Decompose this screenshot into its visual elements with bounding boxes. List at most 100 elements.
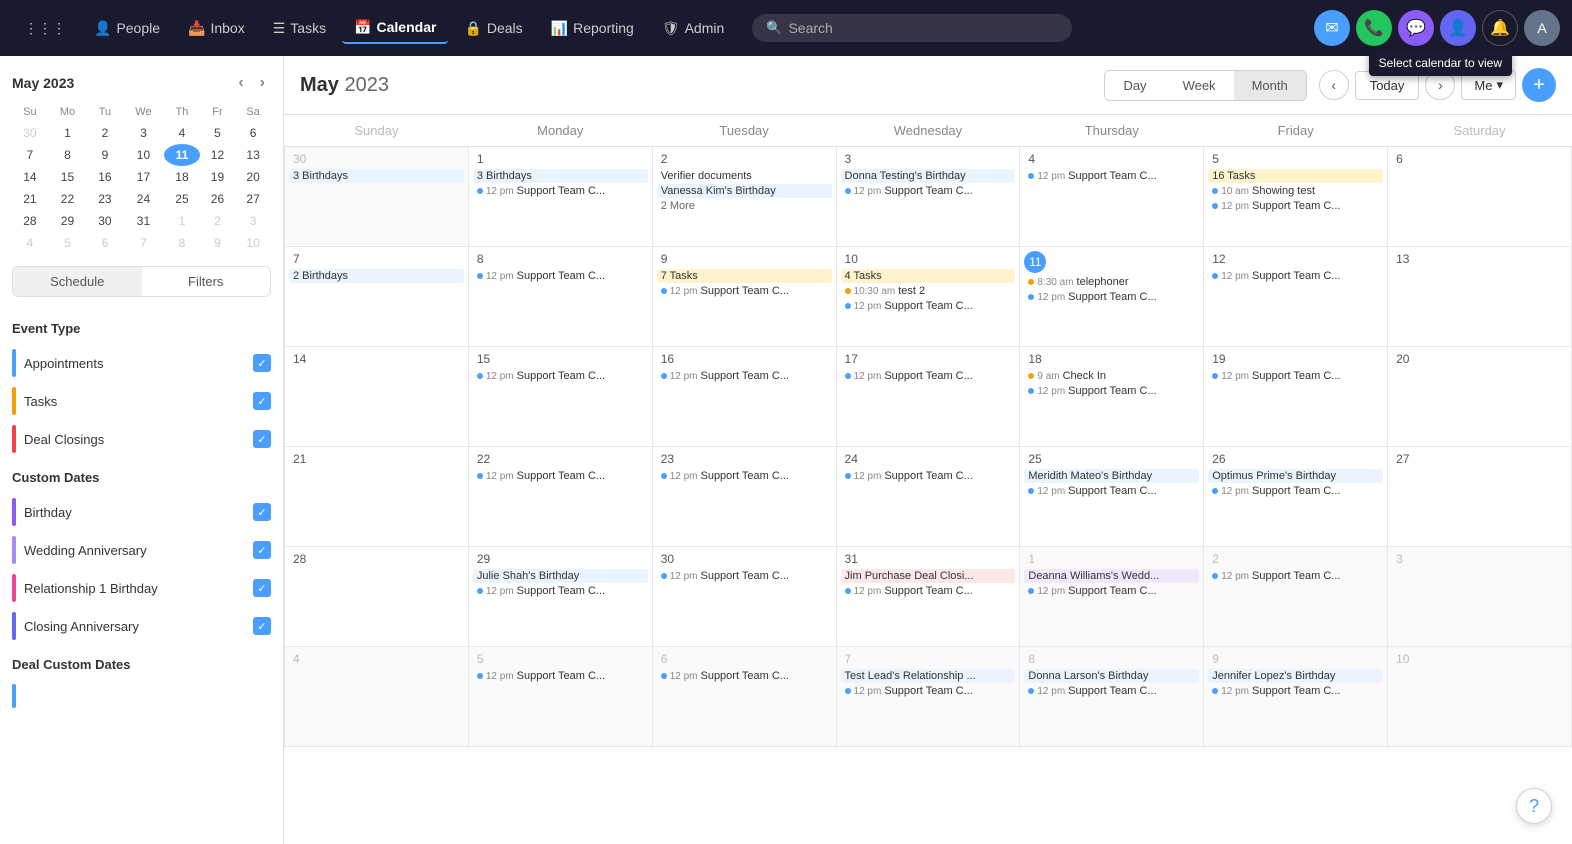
cal-cell[interactable]: 27 [1388, 447, 1572, 547]
cal-event[interactable]: 12 pm Support Team C... [841, 684, 1016, 698]
cal-event[interactable]: 8:30 am telephoner [1024, 275, 1199, 289]
event-type-checkbox[interactable]: ✓ [253, 392, 271, 410]
mini-cal-day[interactable]: 2 [200, 210, 236, 232]
search-bar[interactable]: 🔍 [752, 14, 1072, 42]
cal-cell[interactable]: 26Optimus Prime's Birthday12 pm Support … [1204, 447, 1388, 547]
cal-cell[interactable]: 512 pm Support Team C... [468, 647, 652, 747]
cal-cell[interactable]: 2212 pm Support Team C... [468, 447, 652, 547]
cal-event[interactable]: Verifier documents [657, 169, 832, 183]
nav-people[interactable]: 👤 People [82, 14, 172, 43]
mini-cal-day[interactable]: 18 [164, 166, 200, 188]
chat-btn[interactable]: 💬 [1398, 10, 1434, 46]
cal-event[interactable]: 12 pm Support Team C... [473, 584, 648, 598]
mini-cal-day[interactable]: 12 [200, 144, 236, 166]
view-day[interactable]: Day [1105, 71, 1164, 100]
cal-cell[interactable]: 189 am Check In12 pm Support Team C... [1020, 347, 1204, 447]
mini-cal-day[interactable]: 3 [235, 210, 271, 232]
mini-cal-day[interactable]: 1 [48, 122, 87, 144]
nav-deals[interactable]: 🔒 Deals [452, 14, 534, 43]
cal-event[interactable]: 12 pm Support Team C... [657, 469, 832, 483]
mini-cal-day[interactable]: 9 [200, 232, 236, 254]
mini-cal-day[interactable]: 7 [12, 144, 48, 166]
cal-cell[interactable]: 118:30 am telephoner12 pm Support Team C… [1020, 247, 1204, 347]
phone-btn[interactable]: 📞 [1356, 10, 1392, 46]
cal-event[interactable]: 12 pm Support Team C... [841, 369, 1016, 383]
mini-cal-day[interactable]: 6 [87, 232, 123, 254]
cal-event[interactable]: Donna Larson's Birthday [1024, 669, 1199, 683]
mini-cal-day[interactable]: 30 [87, 210, 123, 232]
mini-cal-day[interactable]: 10 [235, 232, 271, 254]
search-input[interactable] [788, 20, 1058, 36]
cal-event[interactable]: 12 pm Support Team C... [1024, 290, 1199, 304]
nav-admin[interactable]: 🛡 Admin [650, 14, 736, 43]
cal-cell[interactable]: 303 Birthdays [285, 147, 469, 247]
user-avatar[interactable]: A [1524, 10, 1560, 46]
cal-event[interactable]: Optimus Prime's Birthday [1208, 469, 1383, 483]
cal-event[interactable]: Vanessa Kim's Birthday [657, 184, 832, 198]
cal-event[interactable]: 10:30 am test 2 [841, 284, 1016, 298]
cal-cell[interactable]: 1212 pm Support Team C... [1204, 247, 1388, 347]
cal-event[interactable]: 12 pm Support Team C... [473, 669, 648, 683]
mini-cal-day[interactable]: 10 [123, 144, 165, 166]
mini-cal-day[interactable]: 8 [164, 232, 200, 254]
mini-cal-next[interactable]: › [254, 72, 271, 94]
mini-cal-day[interactable]: 19 [200, 166, 236, 188]
cal-cell[interactable]: 21 [285, 447, 469, 547]
cal-cell[interactable]: 13 Birthdays12 pm Support Team C... [468, 147, 652, 247]
cal-event[interactable]: Jennifer Lopez's Birthday [1208, 669, 1383, 683]
nav-tasks[interactable]: ☰ Tasks [261, 14, 338, 43]
mini-cal-day[interactable]: 28 [12, 210, 48, 232]
cal-cell[interactable]: 20 [1388, 347, 1572, 447]
cal-event[interactable]: 16 Tasks [1208, 169, 1383, 183]
cal-cell[interactable]: 8Donna Larson's Birthday12 pm Support Te… [1020, 647, 1204, 747]
cal-event[interactable]: 12 pm Support Team C... [1208, 484, 1383, 498]
mini-cal-day[interactable]: 7 [123, 232, 165, 254]
custom-date-checkbox[interactable]: ✓ [253, 579, 271, 597]
help-btn[interactable]: ? [1516, 788, 1552, 824]
cal-event[interactable]: 12 pm Support Team C... [841, 299, 1016, 313]
cal-event[interactable]: Donna Testing's Birthday [841, 169, 1016, 183]
mini-cal-day[interactable]: 27 [235, 188, 271, 210]
custom-date-checkbox[interactable]: ✓ [253, 503, 271, 521]
filters-tab[interactable]: Filters [142, 267, 271, 296]
custom-date-item[interactable]: Wedding Anniversary ✓ [12, 531, 271, 569]
nav-inbox[interactable]: 📥 Inbox [176, 14, 257, 43]
custom-date-item[interactable]: Birthday ✓ [12, 493, 271, 531]
event-type-checkbox[interactable]: ✓ [253, 354, 271, 372]
mini-cal-day[interactable]: 4 [164, 122, 200, 144]
cal-event[interactable]: Julie Shah's Birthday [473, 569, 648, 583]
event-type-item[interactable]: Deal Closings ✓ [12, 420, 271, 458]
cal-cell[interactable]: 3Donna Testing's Birthday12 pm Support T… [836, 147, 1020, 247]
cal-cell[interactable]: 516 Tasks10 am Showing test12 pm Support… [1204, 147, 1388, 247]
cal-event[interactable]: Jim Purchase Deal Closi... [841, 569, 1016, 583]
mini-cal-day[interactable]: 20 [235, 166, 271, 188]
cal-cell[interactable]: 104 Tasks10:30 am test 212 pm Support Te… [836, 247, 1020, 347]
mini-cal-prev[interactable]: ‹ [232, 72, 249, 94]
cal-event[interactable]: 12 pm Support Team C... [841, 469, 1016, 483]
cal-event[interactable]: 12 pm Support Team C... [657, 284, 832, 298]
cal-cell[interactable]: 13 [1388, 247, 1572, 347]
cal-cell[interactable]: 812 pm Support Team C... [468, 247, 652, 347]
view-month[interactable]: Month [1234, 71, 1306, 100]
cal-event[interactable]: 3 Birthdays [473, 169, 648, 183]
cal-cell[interactable]: 97 Tasks12 pm Support Team C... [652, 247, 836, 347]
schedule-tab[interactable]: Schedule [13, 267, 142, 296]
mini-cal-day[interactable]: 1 [164, 210, 200, 232]
cal-event[interactable]: 12 pm Support Team C... [1208, 199, 1383, 213]
mini-cal-day[interactable]: 4 [12, 232, 48, 254]
cal-event[interactable]: 3 Birthdays [289, 169, 464, 183]
custom-date-item[interactable]: Relationship 1 Birthday ✓ [12, 569, 271, 607]
mini-cal-day[interactable]: 3 [123, 122, 165, 144]
mini-cal-day[interactable]: 25 [164, 188, 200, 210]
cal-cell[interactable]: 612 pm Support Team C... [652, 647, 836, 747]
cal-cell[interactable]: 14 [285, 347, 469, 447]
cal-cell[interactable]: 9Jennifer Lopez's Birthday12 pm Support … [1204, 647, 1388, 747]
cal-event[interactable]: 7 Tasks [657, 269, 832, 283]
cal-event[interactable]: 12 pm Support Team C... [1024, 169, 1199, 183]
cal-cell[interactable]: 2412 pm Support Team C... [836, 447, 1020, 547]
mini-cal-day[interactable]: 8 [48, 144, 87, 166]
mini-cal-day[interactable]: 14 [12, 166, 48, 188]
mail-btn[interactable]: ✉ [1314, 10, 1350, 46]
bell-btn[interactable]: 🔔 [1482, 10, 1518, 46]
mini-cal-day[interactable]: 24 [123, 188, 165, 210]
